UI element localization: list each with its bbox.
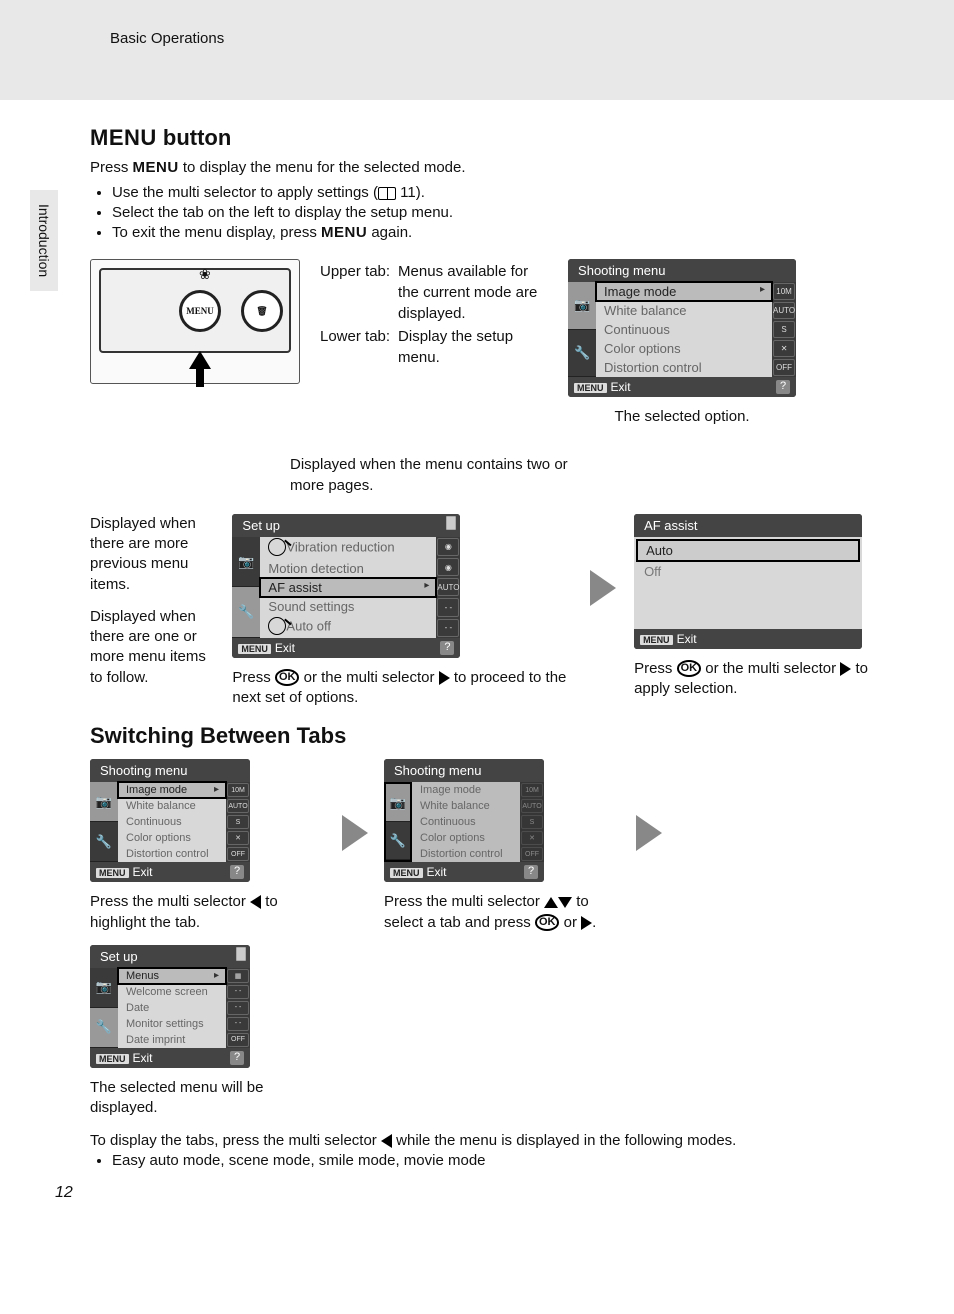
camera-back-illustration: ❀ MENU 🗑 (90, 259, 300, 384)
right-arrow-icon (581, 916, 592, 930)
lcd-item: AF assist (259, 577, 437, 598)
tab-description: Upper tab: Menus available for the curre… (318, 259, 550, 370)
down-arrow-icon (558, 897, 572, 908)
trash-button-icon: 🗑 (241, 290, 283, 332)
lcd-option: Auto (636, 539, 860, 562)
down-indicator-icon (268, 617, 286, 635)
setup-lcd-block: Set up 📷 🔧 Vibration reduction Motion de… (232, 514, 572, 709)
up-arrow-icon (544, 897, 558, 908)
lcd-shooting-dim: Shooting menu 📷🔧 Image mode White balanc… (384, 759, 544, 882)
page-number: 12 (55, 1184, 73, 1202)
right-arrow-icon (439, 671, 450, 685)
step3-caption: The selected menu will be displayed. (90, 1078, 330, 1119)
lcd-status-icons: ◉ ◉ AUTO - - - - (436, 537, 460, 638)
switching-tabs-row: Shooting menu 📷🔧 Image mode White balanc… (90, 759, 884, 1118)
wrench-tab-icon: 🔧 (90, 1008, 118, 1048)
lcd-setup-small: Set up 📷🔧 Menus Welcome screen Date Moni… (90, 945, 250, 1068)
lcd-item: Image mode (595, 281, 773, 302)
camera-tab-icon: 📷 (90, 968, 118, 1008)
next-items-caption: Displayed when there are one or more men… (90, 607, 214, 688)
right-arrow-icon (840, 662, 851, 676)
lcd-shooting-menu: Shooting menu 📷 🔧 Image mode White balan… (568, 259, 796, 397)
prev-items-caption: Displayed when there are more previous m… (90, 514, 214, 595)
scrollbar-caption: Displayed when the menu contains two or … (290, 455, 580, 496)
macro-icon: ❀ (199, 266, 211, 283)
proceed-caption: Press OK or the multi selector to procee… (232, 668, 572, 709)
upper-tab-desc: Menus available for the current mode are… (398, 261, 548, 324)
wrench-tab-icon: 🔧 (568, 330, 596, 378)
camera-tab-icon: 📷 (90, 782, 118, 822)
lcd-setup-menu: Set up 📷 🔧 Vibration reduction Motion de… (232, 514, 460, 658)
scrollbar-icon (446, 516, 456, 530)
up-indicator-icon (268, 538, 286, 556)
bullet-item: To exit the menu display, press MENU aga… (112, 224, 884, 241)
lcd-status-icons: 10M AUTO S ✕ OFF (772, 282, 796, 377)
step2-caption: Press the multi selector to select a tab… (384, 892, 624, 933)
lower-tab-label: Lower tab: (320, 326, 396, 368)
page-content: Introduction MENU button Press MENU to d… (0, 100, 954, 1192)
lcd-item: Sound settings (260, 597, 436, 616)
big-right-arrow-icon (636, 815, 662, 851)
ok-icon: OK (677, 660, 702, 677)
apply-caption: Press OK or the multi selector to apply … (634, 659, 884, 700)
lcd-item: Color options (596, 339, 772, 358)
arrow-separator (590, 514, 616, 606)
camera-tab-icon: 📷 (386, 784, 410, 822)
page-header: Basic Operations (0, 0, 954, 100)
tabs-step-2: Shooting menu 📷🔧 Image mode White balanc… (384, 759, 624, 933)
menu-glyph: MENU (90, 125, 157, 150)
left-arrow-icon (381, 1134, 392, 1148)
camera-tab-icon: 📷 (568, 282, 596, 330)
lcd-title: AF assist (634, 514, 862, 537)
menu-button-heading: MENU button (90, 125, 884, 151)
section-title: Basic Operations (110, 30, 954, 47)
ok-icon: OK (275, 669, 300, 686)
help-icon: ? (440, 641, 454, 655)
lcd-item: Motion detection (260, 559, 436, 578)
side-tab-introduction: Introduction (30, 190, 58, 291)
ok-icon: OK (535, 914, 560, 931)
wrench-tab-icon: 🔧 (232, 587, 260, 638)
lcd-shooting-small: Shooting menu 📷🔧 Image mode White balanc… (90, 759, 250, 882)
lcd-title: Set up (232, 514, 460, 537)
menu-button-icon: MENU (179, 290, 221, 332)
lcd-title: Shooting menu (568, 259, 796, 282)
prev-next-captions: Displayed when there are more previous m… (90, 514, 214, 688)
af-assist-block: AF assist Auto Off MENUExit Press OK or … (634, 514, 884, 700)
lcd-item: White balance (596, 301, 772, 320)
menu-bullet-list: Use the multi selector to apply settings… (90, 184, 884, 241)
lcd-af-assist: AF assist Auto Off MENUExit (634, 514, 862, 649)
tabs-step-3: Set up 📷🔧 Menus Welcome screen Date Moni… (90, 945, 330, 1119)
upper-tab-label: Upper tab: (320, 261, 396, 324)
middle-row: Displayed when there are more previous m… (90, 514, 884, 709)
shooting-menu-block: Shooting menu 📷 🔧 Image mode White balan… (568, 259, 796, 427)
camera-and-lcd-row: ❀ MENU 🗑 Upper tab: Menus available for … (90, 259, 884, 427)
big-right-arrow-icon (342, 815, 368, 851)
switching-tabs-heading: Switching Between Tabs (90, 723, 884, 749)
scrollbar-icon (236, 947, 246, 961)
lcd-item: Vibration reduction (260, 537, 436, 559)
book-icon (378, 187, 396, 200)
bullet-item: Use the multi selector to apply settings… (112, 184, 884, 201)
tabs-step-1: Shooting menu 📷🔧 Image mode White balanc… (90, 759, 330, 933)
pointer-arrow-icon (189, 351, 211, 387)
lcd-item: Auto off (260, 616, 436, 638)
menu-intro: Press MENU to display the menu for the s… (90, 159, 884, 176)
big-right-arrow-icon (590, 570, 616, 606)
lower-tab-desc: Display the setup menu. (398, 326, 548, 368)
left-arrow-icon (250, 895, 261, 909)
lcd-item: Continuous (596, 320, 772, 339)
wrench-tab-icon: 🔧 (90, 822, 118, 862)
lcd-option: Off (636, 562, 860, 581)
selected-option-caption: The selected option. (568, 407, 796, 427)
help-icon: ? (776, 380, 790, 394)
bullet-item: Select the tab on the left to display th… (112, 204, 884, 221)
closing-paragraph: To display the tabs, press the multi sel… (90, 1132, 884, 1149)
wrench-tab-icon: 🔧 (386, 822, 410, 860)
camera-tab-icon: 📷 (232, 537, 260, 588)
modes-list: Easy auto mode, scene mode, smile mode, … (90, 1152, 884, 1169)
modes-item: Easy auto mode, scene mode, smile mode, … (112, 1152, 884, 1169)
lcd-item: Distortion control (596, 358, 772, 377)
step1-caption: Press the multi selector to highlight th… (90, 892, 330, 933)
